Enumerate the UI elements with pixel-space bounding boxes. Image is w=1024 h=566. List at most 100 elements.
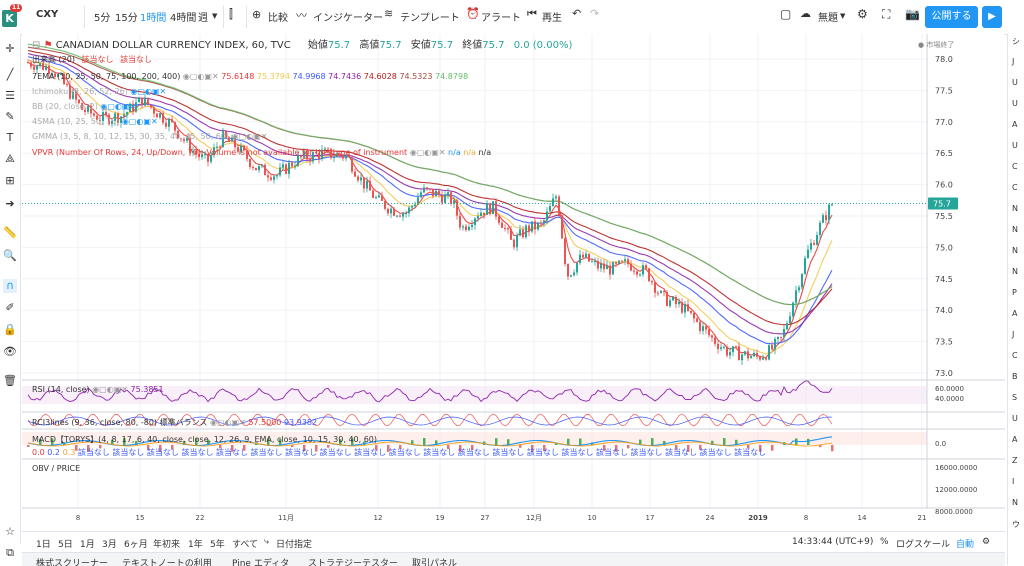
brush-icon[interactable]: ✎ [3, 110, 17, 124]
range-5y[interactable]: 5年 [210, 537, 225, 550]
legend-vpvr[interactable]: VPVR (Number Of Rows, 24, Up/Down, 70): … [32, 148, 491, 157]
percent-toggle[interactable]: % [880, 537, 889, 547]
watchlist-item-letter[interactable]: シ [1012, 36, 1020, 47]
legend-sma-controls-icon[interactable]: ◉▢◐▣✕ [122, 117, 158, 126]
watchlist-item-letter[interactable]: J [1012, 57, 1014, 66]
templates-button[interactable]: テンプレート [400, 9, 460, 24]
range-5d[interactable]: 5日 [58, 537, 73, 550]
watchlist-item-letter[interactable]: U [1012, 141, 1018, 150]
zoom-icon[interactable]: 🔍 [3, 249, 17, 263]
candle-style-icon[interactable]: ⫿ [229, 7, 233, 22]
goto-date-icon[interactable]: ⤷ [264, 537, 269, 547]
range-ytd[interactable]: 年初来 [153, 537, 180, 550]
watchlist-item-letter[interactable]: P [1012, 288, 1017, 297]
legend-vpvr-controls-icon[interactable]: ◉▢◐▣✕ [410, 148, 446, 157]
symbol-search-input[interactable]: CXY [36, 9, 58, 20]
prediction-icon[interactable]: ⊞ [3, 174, 17, 188]
watchlist-item-letter[interactable]: ウ [1012, 519, 1020, 530]
layout-dropdown-icon[interactable]: ▼ [840, 12, 845, 20]
range-3m[interactable]: 3月 [102, 537, 117, 550]
watchlist-item-letter[interactable]: C [1012, 183, 1018, 192]
range-1d[interactable]: 1日 [36, 537, 51, 550]
replay-icon[interactable]: ⏮ [527, 7, 537, 21]
indicators-icon[interactable]: 〰 [296, 7, 307, 23]
legend-bb-controls-icon[interactable]: ◉▢◐▣✕ [100, 102, 136, 111]
range-all[interactable]: すべて [232, 537, 258, 550]
trend-line-icon[interactable]: ╱ [3, 68, 17, 82]
crosshair-icon[interactable]: ✛ [3, 42, 17, 56]
interval-1h[interactable]: 1時間 [140, 9, 166, 24]
legend-sma[interactable]: 4SMA (10, 25, 50, 75) ◉▢◐▣✕ [32, 117, 158, 126]
publish-button[interactable]: 公開する [925, 6, 978, 28]
star-icon[interactable]: ☆ [3, 525, 17, 539]
watchlist-item-letter[interactable]: N [1012, 498, 1018, 507]
log-scale-toggle[interactable]: ログスケール [896, 537, 950, 550]
range-6m[interactable]: 6ヶ月 [124, 537, 148, 550]
stay-drawing-icon[interactable]: ✐ [3, 301, 17, 315]
ruler-icon[interactable]: 📏 [3, 226, 17, 240]
watchlist-item-letter[interactable]: U [1012, 78, 1018, 87]
fib-retracement-icon[interactable]: ☰ [3, 89, 17, 103]
settings-gear-icon[interactable]: ⚙ [857, 7, 868, 21]
legend-rsi-controls-icon[interactable]: ◉▢◐▣✕ [92, 385, 128, 394]
legend-rci-controls-icon[interactable]: ◉▢◐▣✕ [210, 418, 246, 427]
lock-icon[interactable]: 🔒 [3, 323, 17, 337]
watchlist-item-letter[interactable]: Z [1012, 456, 1017, 465]
watchlist-item-letter[interactable]: C [1012, 162, 1018, 171]
legend-ema-controls-icon[interactable]: ◉▢◐▣✕ [183, 72, 219, 81]
arrow-icon[interactable]: ➜ [3, 197, 17, 211]
watchlist-item-letter[interactable]: N [1012, 246, 1018, 255]
eye-icon[interactable]: 👁 [3, 345, 17, 359]
replay-button[interactable]: 再生 [542, 9, 562, 24]
goto-date-button[interactable]: 日付指定 [276, 537, 312, 550]
watchlist-item-letter[interactable]: U [1012, 414, 1018, 423]
legend-rci[interactable]: RCI3lines (9, 36, close, 80, -80) 標準バランス… [32, 417, 317, 428]
play-icon[interactable]: ▶ [982, 6, 1002, 28]
interval-week[interactable]: 週 [198, 9, 208, 24]
chart-settings-gear-icon[interactable]: ⚙ [982, 537, 990, 547]
legend-ema[interactable]: 7EMA (10, 25, 50, 75, 100, 200, 400) ◉▢◐… [32, 72, 468, 81]
fullscreen-icon[interactable]: ⛶ [882, 7, 890, 22]
watchlist-item-letter[interactable]: N [1012, 225, 1018, 234]
legend-gmma-controls-icon[interactable]: ◉▢◐▣✕ [232, 132, 268, 141]
magnet-icon[interactable]: ∩ [3, 279, 17, 293]
tradingview-logo[interactable]: K 11 [2, 4, 23, 27]
collapse-legend-icon[interactable]: ⊟ [32, 40, 40, 51]
legend-bb[interactable]: BB (20, close, 2) ◉▢◐▣✕ [32, 102, 136, 111]
layers-icon[interactable]: ⧉ [3, 546, 17, 560]
interval-5m[interactable]: 5分 [94, 9, 110, 24]
interval-15m[interactable]: 15分 [115, 9, 138, 24]
templates-icon[interactable]: ≋ [384, 7, 393, 20]
watchlist-item-letter[interactable]: B [1012, 372, 1018, 381]
watchlist-item-letter[interactable]: A [1012, 435, 1017, 444]
range-1m[interactable]: 1月 [80, 537, 95, 550]
indicators-button[interactable]: インジケーター [313, 9, 383, 24]
auto-scale-toggle[interactable]: 自動 [956, 537, 974, 550]
watchlist-item-letter[interactable]: A [1012, 309, 1017, 318]
undo-icon[interactable]: ↶ [572, 7, 581, 20]
layout-cloud-icon[interactable]: ☁ [800, 7, 811, 20]
trash-icon[interactable]: 🗑 [3, 374, 17, 388]
layout-name[interactable]: 無題 [818, 9, 838, 24]
watchlist-item-letter[interactable]: C [1012, 351, 1018, 360]
legend-volume[interactable]: 出来高 (20) 該当なし 該当なし [32, 54, 152, 65]
pattern-icon[interactable]: ⟁ [3, 152, 17, 166]
text-icon[interactable]: T [3, 131, 17, 145]
interval-4h[interactable]: 4時間 [170, 9, 196, 24]
watchlist-item-letter[interactable]: I [1012, 477, 1014, 486]
legend-rsi[interactable]: RSI (14, close) ◉▢◐▣✕ 75.3851 [32, 385, 164, 394]
legend-obv[interactable]: OBV / PRICE [32, 464, 80, 473]
fullscreen-square-icon[interactable]: ▢ [780, 7, 791, 21]
alert-button[interactable]: アラート [481, 9, 521, 24]
watchlist-item-letter[interactable]: U [1012, 99, 1018, 108]
redo-icon[interactable]: ↷ [590, 7, 599, 20]
legend-macd[interactable]: MACD【TORYS】(4, 8, 17, 6, 40, close, clos… [32, 434, 377, 445]
interval-dropdown-icon[interactable]: ▼ [212, 12, 217, 20]
compare-button[interactable]: 比較 [268, 9, 288, 24]
legend-gmma[interactable]: GMMA (3, 5, 8, 10, 12, 15, 30, 35, 40, 4… [32, 132, 267, 141]
watchlist-item-letter[interactable]: N [1012, 204, 1018, 213]
legend-ichimoku-controls-icon[interactable]: ◉▢◐▣✕ [130, 87, 166, 96]
watchlist-item-letter[interactable]: N [1012, 267, 1018, 276]
snapshot-camera-icon[interactable]: 📷 [905, 7, 920, 21]
legend-ichimoku[interactable]: Ichimoku (9, 26, 52, 26) ◉▢◐▣✕ [32, 87, 166, 96]
